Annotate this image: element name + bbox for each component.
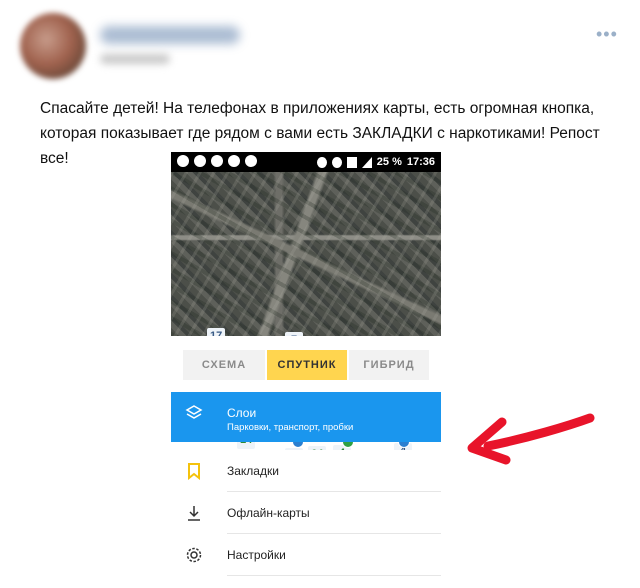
author-name-blurred[interactable]	[100, 26, 240, 44]
whatsapp-icon	[177, 155, 189, 167]
clock: 17:36	[406, 156, 435, 168]
tab-scheme[interactable]: СХЕМА	[183, 350, 265, 380]
chat-icon	[211, 155, 223, 167]
phone-screenshot: 25 % 17:36 17 7 16 18 14 17 26 3 1 19 10…	[171, 152, 441, 588]
accessibility-icon	[245, 155, 257, 167]
battery-level: 25 %	[376, 156, 402, 168]
layers-title: Слои	[227, 406, 257, 420]
layers-subtitle: Парковки, транспорт, пробки	[227, 422, 354, 433]
location-icon	[316, 156, 327, 168]
menu-item-label: Настройки	[227, 548, 286, 562]
bookmark-icon	[188, 463, 200, 480]
menu-item-label: Офлайн-карты	[227, 506, 310, 520]
signal-bars-icon	[361, 156, 372, 168]
post-date-blurred	[100, 54, 170, 64]
menu-item-label: Закладки	[227, 464, 279, 478]
youtube-icon	[194, 155, 206, 167]
menu-item-bookmarks[interactable]: Закладки	[171, 450, 441, 492]
menu-item-offline-maps[interactable]: Офлайн-карты	[171, 492, 441, 534]
signal-4g-icon	[346, 156, 357, 168]
tab-satellite[interactable]: СПУТНИК	[267, 350, 347, 380]
rss-icon	[228, 155, 240, 167]
alarm-icon	[331, 156, 342, 168]
avatar[interactable]	[20, 13, 86, 79]
satellite-map[interactable]: 17 7 16 18 14 17 26 3 1 19 10 64 4 4	[171, 172, 441, 509]
layers-menu-item[interactable]: Слои Парковки, транспорт, пробки	[171, 392, 441, 442]
red-arrow-annotation	[467, 413, 595, 465]
layers-icon	[185, 405, 203, 419]
menu-item-settings[interactable]: Настройки	[171, 534, 441, 576]
post-header: •••	[0, 0, 640, 90]
gear-icon	[186, 547, 202, 563]
download-icon	[188, 506, 200, 521]
map-mode-tabs: СХЕМА СПУТНИК ГИБРИД	[171, 336, 441, 392]
tab-hybrid[interactable]: ГИБРИД	[349, 350, 429, 380]
ellipsis-icon[interactable]: •••	[596, 25, 626, 43]
status-bar: 25 % 17:36	[171, 152, 441, 172]
